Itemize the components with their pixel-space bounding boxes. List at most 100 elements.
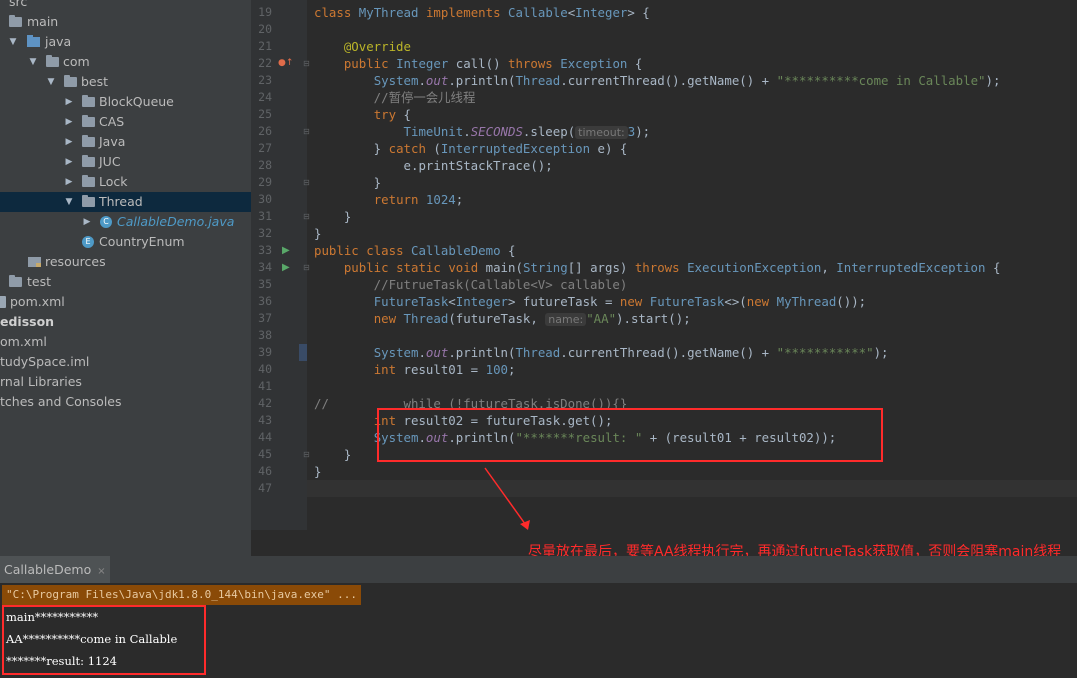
code-line[interactable]: } [314, 208, 351, 225]
line-number[interactable]: 21 [251, 38, 272, 55]
code-line[interactable]: System.out.println(Thread.currentThread(… [314, 344, 889, 361]
line-number[interactable]: 46 [251, 463, 272, 480]
tree-item-lock[interactable]: ▶ Lock [0, 172, 251, 192]
tree-item-java[interactable]: ▼ java [0, 32, 251, 52]
line-number[interactable]: 34 [251, 259, 272, 276]
tree-item-cas[interactable]: ▶ CAS [0, 112, 251, 132]
collapsed-arrow-icon[interactable]: ▶ [82, 212, 92, 232]
tree-item-rnal-libraries[interactable]: rnal Libraries [0, 372, 251, 392]
code-line[interactable]: new Thread(futureTask, name: "AA").start(… [314, 310, 691, 327]
collapsed-arrow-icon[interactable]: ▶ [64, 152, 74, 172]
line-number[interactable]: 41 [251, 378, 272, 395]
line-number[interactable]: 28 [251, 157, 272, 174]
code-line[interactable]: public Integer call() throws Exception { [314, 55, 642, 72]
collapsed-arrow-icon[interactable]: ▶ [64, 132, 74, 152]
line-number[interactable]: 47 [251, 480, 272, 497]
tree-item-pom-xml[interactable]: pom.xml [0, 292, 251, 312]
collapsed-arrow-icon[interactable]: ▶ [64, 172, 74, 192]
tree-item-java[interactable]: ▶ Java [0, 132, 251, 152]
line-number[interactable]: 36 [251, 293, 272, 310]
tree-item-resources[interactable]: resources [0, 252, 251, 272]
line-number[interactable]: 26 [251, 123, 272, 140]
run-tab-callabledemo[interactable]: CallableDemo × [0, 556, 110, 583]
tree-item-thread[interactable]: ▼ Thread [0, 192, 251, 212]
tree-item-om-xml[interactable]: om.xml [0, 332, 251, 352]
line-number[interactable]: 39 [251, 344, 272, 361]
tree-item-best[interactable]: ▼ best [0, 72, 251, 92]
close-icon[interactable]: × [97, 566, 105, 577]
fold-icon[interactable]: ⊟ [303, 55, 310, 72]
code-line[interactable] [307, 480, 1077, 497]
expanded-arrow-icon[interactable]: ▼ [8, 32, 18, 52]
code-highlight-box [377, 408, 883, 462]
tree-item-callabledemo-java[interactable]: ▶ C CallableDemo.java [0, 212, 251, 232]
line-number[interactable]: 30 [251, 191, 272, 208]
code-line[interactable]: //FutrueTask(Callable<V> callable) [314, 276, 628, 293]
line-number[interactable]: 40 [251, 361, 272, 378]
line-number[interactable]: 27 [251, 140, 272, 157]
code-line[interactable]: } catch (InterruptedException e) { [314, 140, 628, 157]
line-number[interactable]: 35 [251, 276, 272, 293]
fold-icon[interactable]: ⊟ [303, 259, 310, 276]
line-number[interactable]: 38 [251, 327, 272, 344]
tree-item-juc[interactable]: ▶ JUC [0, 152, 251, 172]
run-icon[interactable]: ▶ [282, 259, 290, 276]
run-icon[interactable]: ▶ [282, 242, 290, 259]
fold-icon[interactable]: ⊟ [303, 174, 310, 191]
line-number[interactable]: 23 [251, 72, 272, 89]
expanded-arrow-icon[interactable]: ▼ [28, 52, 38, 72]
code-line[interactable]: } [314, 225, 321, 242]
fold-icon[interactable]: ⊟ [303, 123, 310, 140]
line-number[interactable]: 24 [251, 89, 272, 106]
tree-item-test[interactable]: test [0, 272, 251, 292]
line-number[interactable]: 45 [251, 446, 272, 463]
change-marker[interactable] [299, 344, 307, 361]
line-number[interactable]: 42 [251, 395, 272, 412]
line-number[interactable]: 20 [251, 21, 272, 38]
package-icon [82, 115, 95, 127]
code-line[interactable]: public static void main(String[] args) t… [314, 259, 1001, 276]
line-number[interactable]: 22 [251, 55, 272, 72]
line-number[interactable]: 25 [251, 106, 272, 123]
line-number[interactable]: 19 [251, 4, 272, 21]
code-line[interactable]: e.printStackTrace(); [314, 157, 553, 174]
line-number[interactable]: 32 [251, 225, 272, 242]
expanded-arrow-icon[interactable]: ▼ [64, 192, 74, 212]
line-number[interactable]: 31 [251, 208, 272, 225]
fold-icon[interactable]: ⊟ [303, 208, 310, 225]
fold-icon[interactable]: ⊟ [303, 446, 310, 463]
code-line[interactable]: FutureTask<Integer> futureTask = new Fut… [314, 293, 866, 310]
code-line[interactable]: TimeUnit.SECONDS.sleep(timeout: 3); [314, 123, 650, 140]
console-command-line[interactable]: "C:\Program Files\Java\jdk1.8.0_144\bin\… [2, 585, 361, 605]
expanded-arrow-icon[interactable]: ▼ [46, 72, 56, 92]
collapsed-arrow-icon[interactable]: ▶ [64, 112, 74, 132]
line-number[interactable]: 43 [251, 412, 272, 429]
tree-item-main[interactable]: main [0, 12, 251, 32]
tree-item-src[interactable]: src [0, 0, 251, 12]
code-line[interactable]: //暂停一会儿线程 [314, 89, 476, 106]
tree-item-edisson[interactable]: edisson [0, 312, 251, 332]
code-line[interactable]: } [314, 174, 381, 191]
line-number[interactable]: 29 [251, 174, 272, 191]
tree-item-label: rnal Libraries [0, 374, 82, 389]
tree-item-countryenum[interactable]: E CountryEnum [0, 232, 251, 252]
code-line[interactable]: class MyThread implements Callable<Integ… [314, 4, 650, 21]
line-number[interactable]: 44 [251, 429, 272, 446]
collapsed-arrow-icon[interactable]: ▶ [64, 92, 74, 112]
code-line[interactable]: int result01 = 100; [314, 361, 516, 378]
tree-item-blockqueue[interactable]: ▶ BlockQueue [0, 92, 251, 112]
code-line[interactable]: } [314, 463, 321, 480]
editor-gutter[interactable]: 19 20 21 22 23 24 25 26 27 28 29 30 31 32 33 34 35 36 37 38… [251, 0, 310, 530]
line-number[interactable]: 37 [251, 310, 272, 327]
code-line[interactable]: try { [314, 106, 411, 123]
tree-item-tudyspace-iml[interactable]: tudySpace.iml [0, 352, 251, 372]
code-line[interactable]: @Override [314, 38, 411, 55]
code-line[interactable]: return 1024; [314, 191, 464, 208]
tree-item-com[interactable]: ▼ com [0, 52, 251, 72]
code-line[interactable]: } [314, 446, 351, 463]
tree-item-tches-and-consoles[interactable]: tches and Consoles [0, 392, 251, 412]
code-line[interactable]: System.out.println(Thread.currentThread(… [314, 72, 1001, 89]
line-number[interactable]: 33 [251, 242, 272, 259]
code-line[interactable]: public class CallableDemo { [314, 242, 515, 259]
override-icon[interactable]: ●↑ [278, 55, 293, 72]
